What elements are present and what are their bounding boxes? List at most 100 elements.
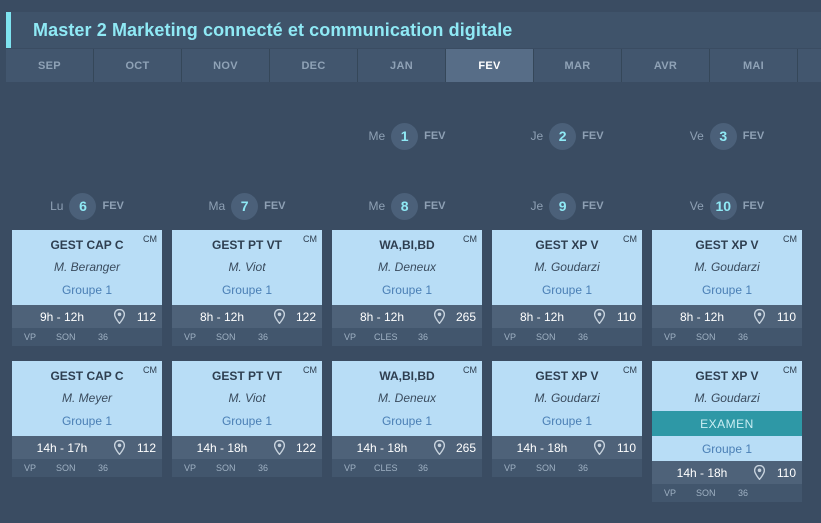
session-tags: VP CLES 36	[332, 459, 482, 477]
day-header[interactable]: Ve 10 FEV	[652, 192, 802, 220]
session-teacher: M. Goudarzi	[534, 391, 600, 405]
session-card[interactable]: CM GEST CAP C M. Beranger Groupe 1 9h - 12h …	[12, 230, 162, 346]
session-group: Groupe 1	[61, 283, 113, 297]
session-tag: 36	[738, 332, 749, 342]
session-teacher: M. Viot	[228, 391, 266, 405]
session-teacher: M. Meyer	[61, 391, 112, 405]
session-group: Groupe 1	[381, 283, 433, 297]
session-card[interactable]: CM GEST PT VT M. Viot Groupe 1 8h - 12h 122 V…	[172, 230, 322, 346]
session-tags: VP CLES 36	[332, 328, 482, 346]
session-type-badge: CM	[463, 365, 477, 375]
session-card[interactable]: CM WA,BI,BD M. Deneux Groupe 1 8h - 12h 265 V…	[332, 230, 482, 346]
session-tag: 36	[258, 332, 269, 342]
location-pin-icon	[113, 439, 126, 456]
session-teacher: M. Goudarzi	[694, 391, 760, 405]
session-group: Groupe 1	[221, 414, 273, 428]
session-header: CM GEST PT VT M. Viot Groupe 1	[172, 230, 322, 305]
day-header[interactable]: Me 8 FEV	[332, 192, 482, 220]
day-header[interactable]: Lu 6 FEV	[12, 192, 162, 220]
day-number: 2	[549, 122, 577, 150]
session-tag: 36	[578, 332, 589, 342]
day-header[interactable]: Je 9 FEV	[492, 192, 642, 220]
tab-month-dec[interactable]: DEC	[270, 49, 358, 82]
session-header: CM WA,BI,BD M. Deneux Groupe 1	[332, 361, 482, 436]
session-card[interactable]: CM GEST XP V M. Goudarzi Groupe 1 14h - 18h …	[492, 361, 642, 477]
day-header[interactable]: Me 1 FEV	[332, 122, 482, 150]
session-time-room: 9h - 12h 112	[12, 305, 162, 328]
day-number: 6	[69, 192, 97, 220]
session-course-code: GEST XP V	[535, 238, 599, 252]
tab-month-mar[interactable]: MAR	[534, 49, 622, 82]
session-group: Groupe 1	[652, 436, 802, 461]
session-card[interactable]: CM GEST XP V M. Goudarzi EXAMEN Groupe 1 14h …	[652, 361, 802, 502]
session-room: 110	[776, 310, 796, 324]
day-month: FEV	[424, 200, 446, 212]
location-pin	[433, 439, 446, 458]
session-tags: VP SON 36	[492, 328, 642, 346]
session-time-room: 8h - 12h 265	[332, 305, 482, 328]
session-tags: VP SON 36	[12, 328, 162, 346]
session-tags: VP SON 36	[652, 484, 802, 502]
day-number: 7	[231, 192, 259, 220]
location-pin	[273, 439, 286, 458]
location-pin	[113, 439, 126, 458]
session-tag: VP	[504, 332, 517, 342]
location-pin	[113, 308, 126, 327]
session-room: 110	[776, 466, 796, 480]
session-tag: SON	[216, 463, 236, 473]
session-card[interactable]: CM WA,BI,BD M. Deneux Groupe 1 14h - 18h 265…	[332, 361, 482, 477]
location-pin	[753, 464, 766, 483]
location-pin-icon	[273, 439, 286, 456]
session-course-code: GEST PT VT	[211, 238, 282, 252]
tab-month-mai[interactable]: MAI	[710, 49, 798, 82]
session-time-room: 14h - 17h 112	[12, 436, 162, 459]
session-hours: 8h - 12h	[679, 310, 725, 324]
tab-month-sep[interactable]: SEP	[6, 49, 94, 82]
session-teacher: M. Beranger	[53, 260, 121, 274]
location-pin	[593, 439, 606, 458]
session-teacher: M. Deneux	[377, 391, 437, 405]
session-tag: 36	[418, 463, 429, 473]
session-tags: VP SON 36	[12, 459, 162, 477]
day-month: FEV	[742, 130, 765, 142]
session-course-code: GEST XP V	[535, 369, 599, 383]
session-card[interactable]: CM GEST XP V M. Goudarzi Groupe 1 8h - 12h 1…	[652, 230, 802, 346]
session-hours: 14h - 17h	[36, 441, 88, 455]
page-title-bar: Master 2 Marketing connecté et communica…	[6, 12, 821, 48]
session-header: CM GEST XP V M. Goudarzi Groupe 1	[492, 230, 642, 305]
tab-month-fev[interactable]: FEV	[446, 49, 534, 82]
session-tag: CLES	[374, 332, 398, 342]
session-hours: 14h - 18h	[196, 441, 248, 455]
session-group: Groupe 1	[381, 414, 433, 428]
session-hours: 8h - 12h	[359, 310, 405, 324]
tab-month-nov[interactable]: NOV	[182, 49, 270, 82]
session-header: CM GEST XP V M. Goudarzi Groupe 1	[492, 361, 642, 436]
session-time-room: 14h - 18h 265	[332, 436, 482, 459]
session-card[interactable]: CM GEST XP V M. Goudarzi Groupe 1 8h - 12h 1…	[492, 230, 642, 346]
session-tag: SON	[696, 488, 716, 498]
tab-month-jan[interactable]: JAN	[358, 49, 446, 82]
session-tag: 36	[578, 463, 589, 473]
session-tag: VP	[24, 332, 37, 342]
day-header[interactable]: Ve 3 FEV	[652, 122, 802, 150]
tab-month-avr[interactable]: AVR	[622, 49, 710, 82]
session-tag: 36	[418, 332, 429, 342]
session-time-room: 14h - 18h 110	[492, 436, 642, 459]
session-course-code: WA,BI,BD	[379, 238, 435, 252]
tab-month-oct[interactable]: OCT	[94, 49, 182, 82]
session-header: CM GEST XP V M. Goudarzi Groupe 1	[652, 230, 802, 305]
day-weekday: Je	[530, 129, 544, 143]
location-pin-icon	[593, 439, 606, 456]
session-room: 112	[136, 441, 156, 455]
session-teacher: M. Deneux	[377, 260, 437, 274]
session-hours: 14h - 18h	[676, 466, 728, 480]
session-group: Groupe 1	[541, 283, 593, 297]
session-card[interactable]: CM GEST PT VT M. Viot Groupe 1 14h - 18h 122…	[172, 361, 322, 477]
session-tag: VP	[344, 463, 357, 473]
session-card[interactable]: CM GEST CAP C M. Meyer Groupe 1 14h - 17h 11…	[12, 361, 162, 477]
day-header[interactable]: Je 2 FEV	[492, 122, 642, 150]
day-header[interactable]: Ma 7 FEV	[172, 192, 322, 220]
session-time-room: 14h - 18h 122	[172, 436, 322, 459]
session-hours: 14h - 18h	[356, 441, 408, 455]
session-teacher: M. Goudarzi	[534, 260, 600, 274]
